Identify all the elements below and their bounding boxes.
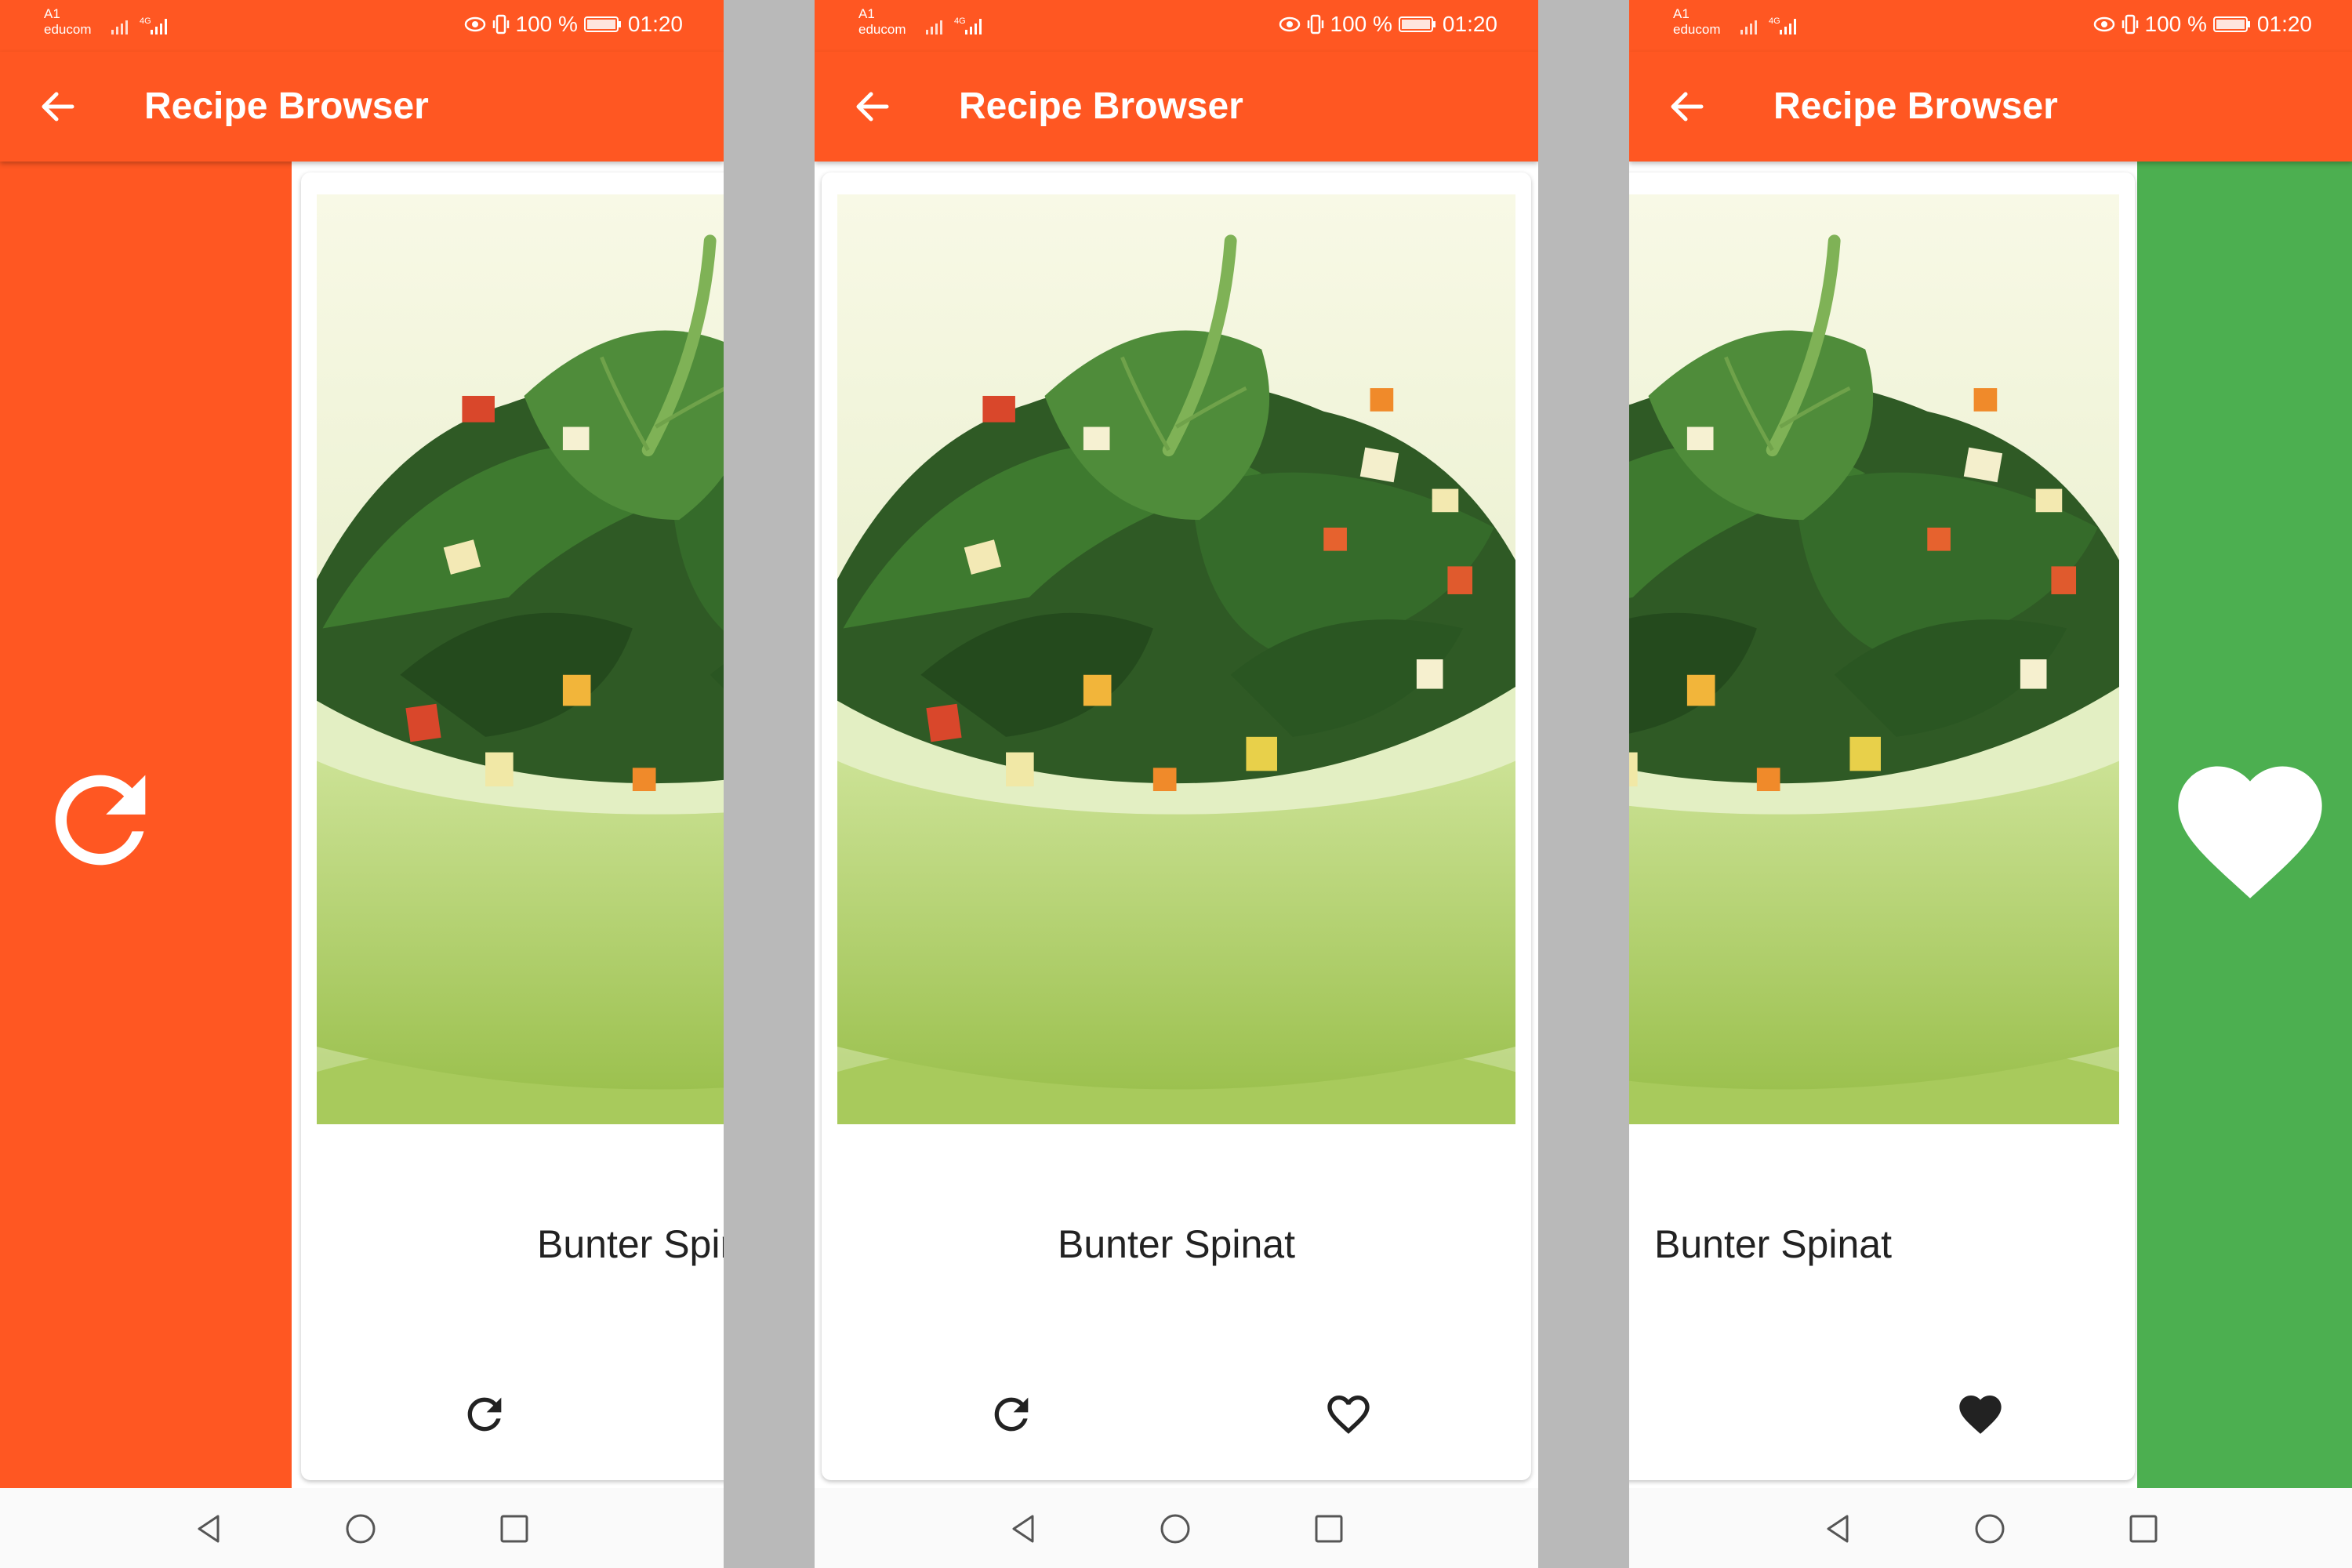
reload-icon — [994, 1397, 1029, 1432]
recent-square-icon[interactable] — [497, 1512, 532, 1546]
app-bar: Recipe Browser — [0, 52, 724, 162]
home-circle-icon[interactable] — [343, 1512, 378, 1546]
recipe-card[interactable]: Bunter Spinat — [1629, 172, 2135, 1480]
carrier-label: A1 educom — [1673, 6, 1720, 38]
status-bar: A1 educom 4G 100 % 01:20 — [1629, 0, 2352, 52]
back-triangle-icon[interactable] — [1006, 1512, 1040, 1546]
app-bar: Recipe Browser — [815, 52, 1538, 162]
svg-text:4G: 4G — [954, 16, 966, 26]
status-right: 100 % 01:20 — [2093, 12, 2312, 37]
heart-filled-icon — [2178, 766, 2322, 898]
recipe-photo — [837, 194, 1515, 1124]
battery-icon — [1398, 16, 1436, 32]
status-right: 100 % 01:20 — [464, 12, 683, 37]
app-title: Recipe Browser — [1773, 85, 2058, 127]
battery-icon — [2212, 16, 2250, 32]
back-arrow-icon[interactable] — [1664, 83, 1711, 130]
back-triangle-icon[interactable] — [1820, 1512, 1855, 1546]
back-arrow-icon[interactable] — [849, 83, 896, 130]
app-title: Recipe Browser — [144, 85, 429, 127]
app-bar: Recipe Browser — [1629, 52, 2352, 162]
signal-icon: 4G — [111, 16, 167, 34]
vibrate-icon — [2122, 14, 2138, 34]
back-triangle-icon[interactable] — [191, 1512, 226, 1546]
swipe-like-background — [2137, 162, 2352, 1488]
reload-icon — [467, 1397, 502, 1432]
system-nav-bar — [815, 1488, 1538, 1568]
status-right: 100 % 01:20 — [1279, 12, 1497, 37]
carrier-sub: educom — [44, 22, 92, 37]
recipe-name: Bunter Spinat — [1654, 1222, 1892, 1266]
carrier-name: A1 — [1673, 6, 1690, 21]
system-nav-bar — [0, 1488, 724, 1568]
eye-icon — [1279, 16, 1300, 32]
status-bar: A1 educom 4G 100 % 01:20 — [0, 0, 724, 52]
battery-percent: 100 % — [515, 12, 578, 36]
phone-screen-swipe-reload: A1 educom 4G 100 % 01:20 Recipe Browser … — [0, 0, 724, 1568]
app-title: Recipe Browser — [959, 85, 1243, 127]
content-area: Bunter Spinat — [815, 162, 1538, 1488]
content-area: Bunter Spinat — [0, 162, 724, 1488]
eye-icon — [2093, 16, 2114, 32]
clock: 01:20 — [627, 12, 683, 36]
recipe-name: Bunter Spinat — [1058, 1222, 1295, 1266]
vibrate-icon — [1307, 14, 1323, 34]
signal-icon: 4G — [926, 16, 982, 34]
carrier-sub: educom — [1673, 22, 1721, 37]
phone-screen-swipe-like: A1 educom 4G 100 % 01:20 Recipe Browser … — [1629, 0, 2352, 1568]
battery-percent: 100 % — [1330, 12, 1392, 36]
clock: 01:20 — [2256, 12, 2312, 36]
recipe-card[interactable]: Bunter Spinat — [301, 172, 724, 1480]
recipe-card[interactable]: Bunter Spinat — [822, 172, 1531, 1480]
home-circle-icon[interactable] — [1973, 1512, 2007, 1546]
recent-square-icon[interactable] — [2126, 1512, 2161, 1546]
reload-button[interactable] — [986, 1389, 1036, 1439]
phone-screen-idle: A1 educom 4G 100 % 01:20 Recipe Browser … — [815, 0, 1538, 1568]
status-bar: A1 educom 4G 100 % 01:20 — [815, 0, 1538, 52]
system-nav-bar — [1629, 1488, 2352, 1568]
reload-icon — [55, 775, 146, 866]
content-area: Bunter Spinat — [1629, 162, 2352, 1488]
vibrate-icon — [492, 14, 509, 34]
battery-percent: 100 % — [2144, 12, 2207, 36]
swipe-reload-background — [0, 162, 292, 1488]
like-button[interactable] — [1323, 1389, 1374, 1439]
like-button[interactable] — [1955, 1389, 2005, 1439]
carrier-label: A1 educom — [44, 6, 91, 38]
svg-text:4G: 4G — [1769, 16, 1780, 26]
recipe-name: Bunter Spinat — [537, 1222, 724, 1266]
signal-icon: 4G — [1740, 16, 1796, 34]
eye-icon — [464, 16, 485, 32]
carrier-name: A1 — [858, 6, 875, 21]
home-circle-icon[interactable] — [1158, 1512, 1192, 1546]
recipe-photo — [317, 194, 724, 1124]
carrier-label: A1 educom — [858, 6, 906, 38]
reload-button[interactable] — [459, 1389, 510, 1439]
carrier-sub: educom — [858, 22, 906, 37]
heart-outline-icon — [1327, 1396, 1370, 1434]
recipe-photo — [1629, 194, 2119, 1124]
recent-square-icon[interactable] — [1312, 1512, 1346, 1546]
battery-icon — [583, 16, 621, 32]
heart-filled-icon — [1959, 1396, 2002, 1434]
svg-text:4G: 4G — [140, 16, 151, 26]
clock: 01:20 — [1442, 12, 1497, 36]
carrier-name: A1 — [44, 6, 60, 21]
back-arrow-icon[interactable] — [34, 83, 82, 130]
